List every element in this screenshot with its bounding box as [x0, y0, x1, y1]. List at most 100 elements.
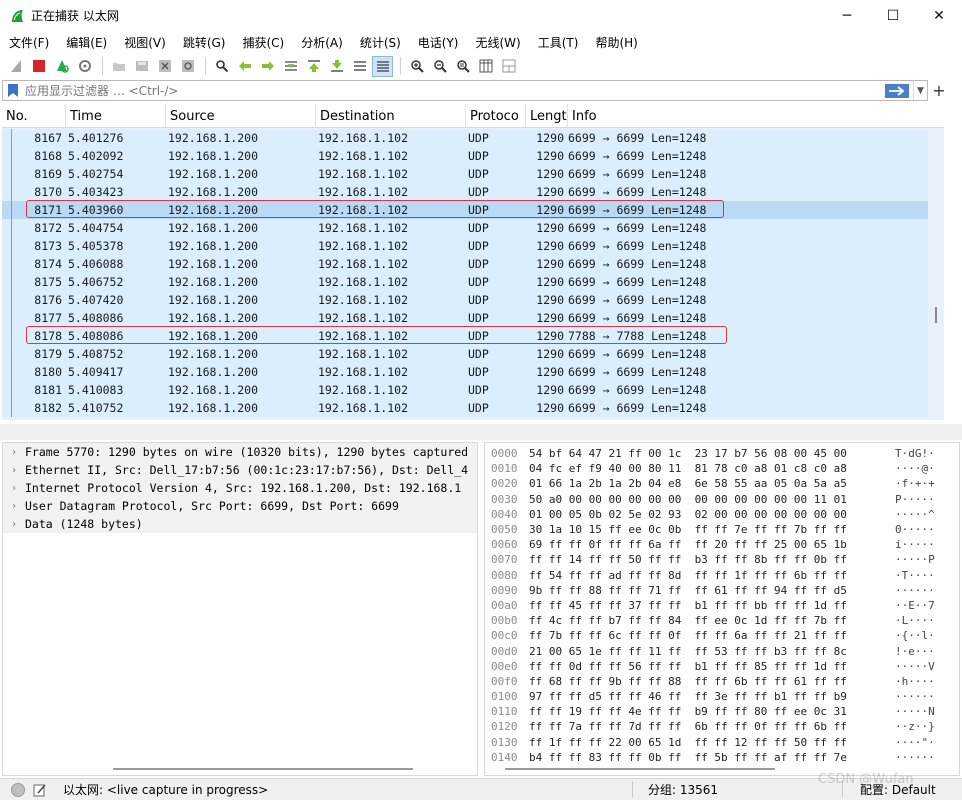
column-header-source[interactable]: Source — [166, 104, 316, 128]
byte-row[interactable]: 00c0 ff 7b ff ff 6c ff ff 0f ff ff 6a ff … — [485, 628, 959, 643]
packet-row[interactable]: 8172 5.404754 192.168.1.200 192.168.1.102 UD… — [2, 219, 944, 237]
byte-row[interactable]: 0010 04 fc ef f9 40 00 80 11 81 78 c0 a8 … — [485, 461, 959, 476]
find-icon[interactable] — [211, 56, 232, 77]
menu-telephony[interactable]: 电话(Y) — [409, 34, 467, 51]
packet-row[interactable]: 8173 5.405378 192.168.1.200 192.168.1.102 UD… — [2, 237, 944, 255]
packet-row[interactable]: 8177 5.408086 192.168.1.200 192.168.1.102 UD… — [2, 309, 944, 327]
colorize-icon[interactable] — [372, 55, 393, 77]
column-header-time[interactable]: Time — [66, 104, 166, 128]
packet-row[interactable]: 8170 5.403423 192.168.1.200 192.168.1.102 UD… — [2, 183, 944, 201]
chevron-right-icon[interactable]: › — [3, 447, 25, 458]
packet-row[interactable]: 8168 5.402092 192.168.1.200 192.168.1.102 UD… — [2, 147, 944, 165]
autoscroll-icon[interactable] — [349, 56, 370, 77]
menu-help[interactable]: 帮助(H) — [586, 34, 645, 51]
packet-row[interactable]: 8167 5.401276 192.168.1.200 192.168.1.102 UD… — [2, 129, 944, 147]
packet-row[interactable]: 8178 5.408086 192.168.1.200 192.168.1.102 UD… — [2, 326, 944, 345]
menu-file[interactable]: 文件(F) — [0, 34, 57, 51]
byte-row[interactable]: 0030 50 a0 00 00 00 00 00 00 00 00 00 00 … — [485, 492, 959, 507]
column-header-info[interactable]: Info — [568, 104, 944, 128]
menu-capture[interactable]: 捕获(C) — [233, 34, 292, 51]
packet-row[interactable]: 8169 5.402754 192.168.1.200 192.168.1.102 UD… — [2, 165, 944, 183]
column-header-no[interactable]: No. — [2, 104, 66, 128]
byte-row[interactable]: 0040 01 00 05 0b 02 5e 02 93 02 00 00 00 … — [485, 507, 959, 522]
menu-view[interactable]: 视图(V) — [115, 34, 174, 51]
menu-wireless[interactable]: 无线(W) — [467, 34, 529, 51]
byte-row[interactable]: 00e0 ff ff 0d ff ff 56 ff ff b1 ff ff 85 … — [485, 659, 959, 674]
maximize-button[interactable]: ☐ — [870, 0, 916, 31]
chevron-down-icon[interactable]: ▼ — [913, 81, 927, 100]
menu-statistics[interactable]: 统计(S) — [351, 34, 409, 51]
column-header-length[interactable]: Lengt — [526, 104, 568, 128]
forward-icon[interactable] — [257, 56, 278, 77]
packet-row[interactable]: 8182 5.410752 192.168.1.200 192.168.1.102 UD… — [2, 399, 944, 417]
bytes-scrollbar[interactable] — [505, 768, 775, 770]
byte-row[interactable]: 00f0 ff 68 ff ff 9b ff ff 88 ff ff 6b ff … — [485, 674, 959, 689]
reload-icon[interactable] — [177, 56, 198, 77]
resize-columns-icon[interactable] — [475, 56, 496, 77]
byte-row[interactable]: 0050 30 1a 10 15 ff ee 0c 0b ff ff 7e ff … — [485, 522, 959, 537]
zoom-out-icon[interactable] — [429, 56, 450, 77]
options-gear-icon[interactable] — [74, 56, 95, 77]
normal-size-icon[interactable] — [452, 56, 473, 77]
stop-icon[interactable] — [28, 56, 49, 77]
detail-tree-item[interactable]: › Internet Protocol Version 4, Src: 192.1… — [3, 479, 477, 497]
detail-tree-item[interactable]: › User Datagram Protocol, Src Port: 6699,… — [3, 497, 477, 515]
expert-info-indicator-icon[interactable] — [11, 782, 25, 797]
display-filter-input[interactable] — [25, 83, 885, 98]
packet-row[interactable]: 8171 5.403960 192.168.1.200 192.168.1.102 UD… — [2, 200, 944, 219]
byte-row[interactable]: 00b0 ff 4c ff ff b7 ff ff 84 ff ee 0c 1d … — [485, 613, 959, 628]
scrollbar-thumb[interactable] — [935, 307, 937, 323]
go-to-icon[interactable] — [280, 56, 301, 77]
bookmark-icon[interactable] — [7, 83, 19, 98]
byte-row[interactable]: 0140 b4 ff ff 83 ff ff 0b ff ff 5b ff ff … — [485, 750, 959, 765]
byte-row[interactable]: 0100 97 ff ff d5 ff ff 46 ff ff 3e ff ff … — [485, 689, 959, 704]
open-icon[interactable] — [108, 56, 129, 77]
byte-row[interactable]: 0070 ff ff 14 ff ff 50 ff ff b3 ff ff 8b … — [485, 552, 959, 567]
byte-row[interactable]: 0090 9b ff ff 88 ff ff 71 ff ff 61 ff ff … — [485, 583, 959, 598]
shark-fin-icon[interactable] — [5, 56, 26, 77]
restart-icon[interactable] — [51, 56, 72, 77]
menu-tools[interactable]: 工具(T) — [529, 34, 587, 51]
save-icon[interactable] — [131, 56, 152, 77]
menu-go[interactable]: 跳转(G) — [174, 34, 234, 51]
byte-row[interactable]: 0020 01 66 1a 2b 1a 2b 04 e8 6e 58 55 aa … — [485, 476, 959, 491]
column-header-protocol[interactable]: Protoco — [466, 104, 526, 128]
first-icon[interactable] — [303, 56, 324, 77]
byte-row[interactable]: 0120 ff ff 7a ff ff 7d ff ff 6b ff ff 0f … — [485, 719, 959, 734]
packet-row[interactable]: 8181 5.410083 192.168.1.200 192.168.1.102 UD… — [2, 381, 944, 399]
detail-tree-item[interactable]: › Data (1248 bytes) — [3, 515, 477, 533]
byte-row[interactable]: 0060 69 ff ff 0f ff ff 6a ff ff 20 ff ff … — [485, 537, 959, 552]
chevron-right-icon[interactable]: › — [3, 483, 25, 494]
detail-tree-item[interactable]: › Ethernet II, Src: Dell_17:b7:56 (00:1c:… — [3, 461, 477, 479]
chevron-right-icon[interactable]: › — [3, 519, 25, 530]
pane-splitter[interactable] — [0, 424, 962, 440]
packet-list-scrollbar[interactable] — [928, 129, 944, 420]
byte-row[interactable]: 0080 ff 54 ff ff ad ff ff 8d ff ff 1f ff … — [485, 568, 959, 583]
back-icon[interactable] — [234, 56, 255, 77]
byte-row[interactable]: 0110 ff ff 19 ff ff 4e ff ff b9 ff ff 80 … — [485, 704, 959, 719]
byte-row[interactable]: 0130 ff 1f ff ff 22 00 65 1d ff ff 12 ff … — [485, 735, 959, 750]
layout-icon[interactable] — [498, 56, 519, 77]
zoom-in-icon[interactable] — [406, 56, 427, 77]
last-icon[interactable] — [326, 56, 347, 77]
detail-tree-item[interactable]: › Frame 5770: 1290 bytes on wire (10320 b… — [3, 443, 477, 461]
byte-row[interactable]: 0000 54 bf 64 47 21 ff 00 1c 23 17 b7 56 … — [485, 446, 959, 461]
close-file-icon[interactable] — [154, 56, 175, 77]
menu-analyze[interactable]: 分析(A) — [292, 34, 351, 51]
byte-row[interactable]: 00d0 21 00 65 1e ff ff 11 ff ff 53 ff ff … — [485, 643, 959, 658]
chevron-right-icon[interactable]: › — [3, 465, 25, 476]
packet-row[interactable]: 8179 5.408752 192.168.1.200 192.168.1.102 UD… — [2, 345, 944, 363]
packet-row[interactable]: 8180 5.409417 192.168.1.200 192.168.1.102 UD… — [2, 363, 944, 381]
minimize-button[interactable]: ─ — [824, 0, 870, 31]
close-button[interactable]: ✕ — [916, 0, 962, 31]
menu-edit[interactable]: 编辑(E) — [57, 34, 115, 51]
apply-filter-arrow-icon[interactable] — [885, 83, 909, 98]
details-scrollbar[interactable] — [113, 768, 413, 770]
packet-row[interactable]: 8176 5.407420 192.168.1.200 192.168.1.102 UD… — [2, 291, 944, 309]
byte-row[interactable]: 00a0 ff ff 45 ff ff 37 ff ff b1 ff ff bb … — [485, 598, 959, 613]
add-filter-button[interactable]: + — [932, 80, 946, 101]
column-header-destination[interactable]: Destination — [316, 104, 466, 128]
capture-comment-icon[interactable] — [33, 783, 47, 797]
packet-row[interactable]: 8174 5.406088 192.168.1.200 192.168.1.102 UD… — [2, 255, 944, 273]
chevron-right-icon[interactable]: › — [3, 501, 25, 512]
